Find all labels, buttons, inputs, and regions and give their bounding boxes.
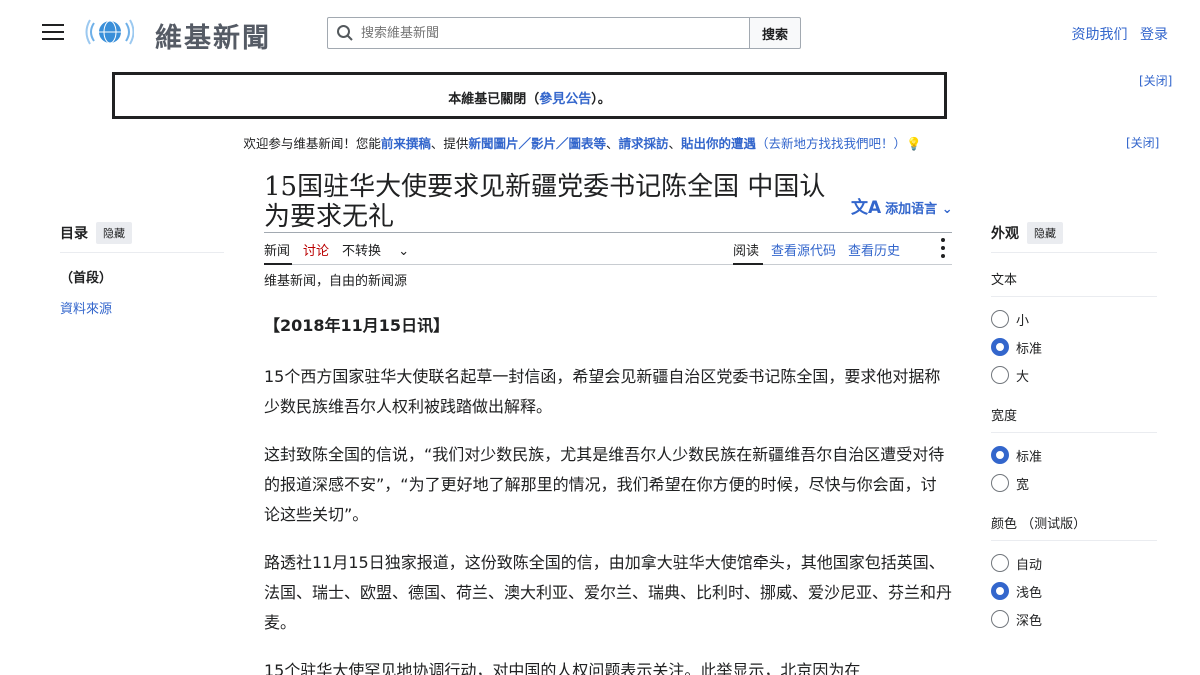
chevron-down-icon: ⌄ [941, 202, 953, 217]
search-box [327, 17, 750, 49]
page-title: 15国驻华大使要求见新疆党委书记陈全国 中国认为要求无礼 [264, 172, 826, 232]
add-languages-label: 添加语言 [885, 202, 938, 217]
toc-item-sources[interactable]: 資料來源 [60, 298, 224, 317]
site-tagline: 维基新闻，自由的新闻源 [264, 274, 408, 289]
main-menu-icon[interactable] [42, 24, 64, 42]
site-notice: 本維基已關閉（參見公告）。 [112, 72, 947, 119]
color-light-radio[interactable]: 浅色 [991, 577, 1157, 605]
text-size-standard-radio[interactable]: 标准 [991, 333, 1157, 361]
contribute-link[interactable]: 前来撰稿 [381, 136, 431, 151]
language-icon: 文A [851, 198, 882, 218]
radio-circle [991, 310, 1009, 328]
width-wide-radio[interactable]: 宽 [991, 469, 1157, 497]
variant-dropdown[interactable]: 不转换 ⌄ [342, 244, 422, 259]
radio-label: 标准 [1016, 341, 1043, 357]
radio-label: 标准 [1016, 449, 1043, 465]
tab-news[interactable]: 新闻 [264, 244, 290, 259]
welcome-text: 、 [605, 136, 619, 151]
radio-circle [991, 446, 1009, 464]
appearance-title: 外观 [991, 226, 1019, 242]
radio-label: 宽 [1016, 477, 1030, 493]
color-dark-radio[interactable]: 深色 [991, 605, 1157, 633]
radio-circle [991, 366, 1009, 384]
toc-item-intro[interactable]: （首段） [60, 267, 224, 286]
paragraph: 15个驻华大使罕见地协调行动，对中国的人权问题表示关注。此举显示，北京因为在 [264, 661, 861, 675]
radio-circle [991, 338, 1009, 356]
active-view-indicator [733, 263, 763, 265]
radio-label: 浅色 [1016, 585, 1043, 601]
radio-label: 深色 [1016, 613, 1043, 629]
donate-link[interactable]: 资助我们 [1072, 27, 1128, 43]
new-place-link[interactable]: （去新地方找找我們吧！） [756, 136, 906, 151]
notice-text-prefix: 本維基已關閉（ [448, 92, 540, 107]
media-link[interactable]: 新聞圖片／影片／圖表等 [468, 136, 606, 151]
width-standard-radio[interactable]: 标准 [991, 441, 1157, 469]
search-icon [337, 25, 353, 41]
tabs-divider [264, 264, 952, 265]
tab-read[interactable]: 阅读 [733, 244, 759, 259]
tab-talk[interactable]: 讨论 [303, 244, 329, 259]
tab-view-history[interactable]: 查看历史 [848, 244, 900, 259]
login-link[interactable]: 登录 [1140, 27, 1168, 43]
notice-announcement-link[interactable]: 參見公告 [539, 92, 591, 107]
site-wordmark[interactable]: 維基新聞 [155, 16, 271, 55]
welcome-text: 欢迎参与维基新闻！您能 [243, 136, 381, 151]
radio-circle [991, 582, 1009, 600]
welcome-dismiss-link[interactable]: [关闭] [1126, 134, 1159, 151]
welcome-banner: 欢迎参与维基新闻！您能前来撰稿、提供新聞圖片／影片／圖表等、請求採訪、貼出你的遭… [0, 133, 1165, 152]
article-body: 【2018年11月15日讯】 15个西方国家驻华大使联名起草一封信函，希望会见新… [264, 312, 952, 675]
chevron-down-icon: ⌄ [398, 244, 410, 259]
welcome-text: 、 [668, 136, 681, 151]
tab-view-source[interactable]: 查看源代码 [771, 244, 836, 259]
radio-circle [991, 474, 1009, 492]
search-button[interactable]: 搜索 [749, 17, 801, 49]
paragraph: 15个西方国家驻华大使联名起草一封信函，希望会见新疆自治区党委书记陈全国，要求他… [264, 367, 941, 416]
text-size-large-radio[interactable]: 大 [991, 361, 1157, 389]
wikinews-logo-icon[interactable] [84, 15, 134, 49]
appearance-hide-button[interactable]: 隐藏 [1027, 222, 1063, 244]
search-input[interactable] [361, 18, 741, 48]
notice-dismiss-link[interactable]: [关闭] [1139, 72, 1172, 89]
more-actions-icon[interactable] [940, 238, 946, 260]
header: 維基新聞 搜索 资助我们 登录 [0, 0, 1200, 66]
lightbulb-icon: 💡 [906, 136, 922, 151]
paragraph: 路透社11月15日独家报道，这份致陈全国的信，由加拿大驻华大使馆牵头，其他国家包… [264, 553, 953, 632]
toc-title: 目录 [60, 226, 88, 242]
color-auto-radio[interactable]: 自动 [991, 549, 1157, 577]
radio-circle [991, 554, 1009, 572]
view-tabs: 阅读 查看源代码 查看历史 [733, 240, 912, 259]
radio-circle [991, 610, 1009, 628]
toc-header: 目录 隐藏 [60, 222, 224, 253]
text-size-label: 文本 [991, 261, 1157, 297]
namespace-tabs: 新闻 讨论 不转换 ⌄ [264, 240, 435, 259]
table-of-contents: 目录 隐藏 （首段） 資料來源 [60, 222, 224, 317]
radio-label: 大 [1016, 369, 1030, 385]
radio-label: 小 [1016, 313, 1030, 329]
add-languages-button[interactable]: 文A 添加语言 ⌄ [851, 193, 953, 218]
variant-label: 不转换 [342, 244, 382, 259]
text-size-small-radio[interactable]: 小 [991, 305, 1157, 333]
notice-text-suffix: ）。 [591, 92, 611, 107]
paragraph: 这封致陈全国的信说，“我们对少数民族，尤其是维吾尔人少数民族在新疆维吾尔自治区遭… [264, 445, 945, 524]
width-label: 宽度 [991, 397, 1157, 433]
toc-hide-button[interactable]: 隐藏 [96, 222, 132, 244]
dateline: 【2018年11月15日讯】 [264, 316, 450, 335]
experience-link[interactable]: 貼出你的遭遇 [681, 136, 756, 151]
radio-label: 自动 [1016, 557, 1043, 573]
title-divider [264, 232, 952, 233]
interview-link[interactable]: 請求採訪 [618, 136, 668, 151]
welcome-text: 、提供 [430, 136, 469, 151]
personal-tools: 资助我们 登录 [1064, 24, 1168, 44]
color-label: 颜色 （测试版） [991, 505, 1157, 541]
appearance-panel: 外观 隐藏 文本 小 标准 大 宽度 标准 宽 颜色 （测试版） 自动 浅色 深… [991, 222, 1157, 633]
active-tab-indicator [264, 263, 292, 265]
appearance-header: 外观 隐藏 [991, 222, 1157, 253]
